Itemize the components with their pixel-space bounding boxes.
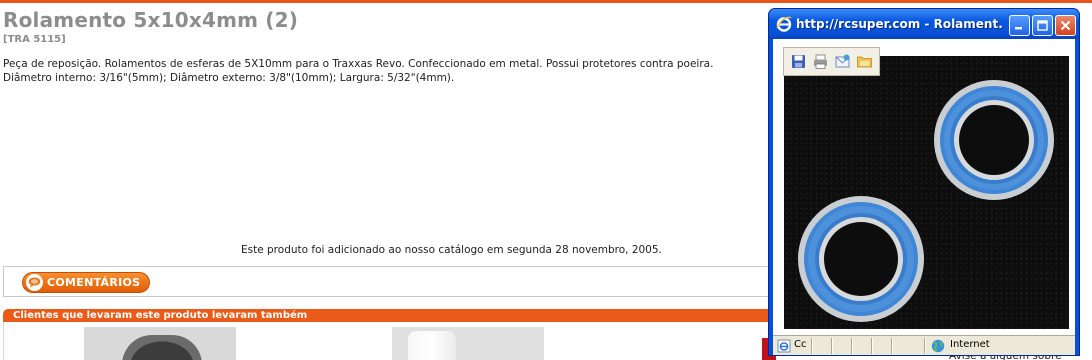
- comments-button-label: COMENTÁRIOS: [47, 276, 141, 289]
- popup-statusbar: Cc Internet: [773, 335, 1075, 355]
- product-image: [784, 56, 1069, 329]
- also-bought-header: Clientes que levaram este produto levara…: [3, 309, 783, 322]
- minimize-button[interactable]: [1009, 15, 1030, 36]
- folder-icon[interactable]: [856, 53, 873, 70]
- save-icon[interactable]: [790, 53, 807, 70]
- product-thumbnail-gear[interactable]: [84, 327, 236, 360]
- email-icon[interactable]: [834, 53, 851, 70]
- comment-icon: [26, 274, 43, 291]
- image-popup-window: http://rcsuper.com - Rolament... Cc Inte…: [768, 8, 1080, 356]
- top-accent-bar: [0, 0, 1092, 3]
- bearing-image-1: [934, 80, 1054, 200]
- popup-content: [773, 39, 1075, 335]
- globe-icon: [931, 339, 945, 353]
- ie-logo-icon: [776, 16, 792, 32]
- also-bought-panel: [3, 322, 783, 360]
- ie-page-icon: [777, 339, 791, 353]
- product-title: Rolamento 5x10x4mm (2): [3, 8, 299, 32]
- bearing-image-2: [798, 196, 924, 322]
- also-bought-title: Clientes que levaram este produto levara…: [13, 310, 308, 321]
- status-text: Cc: [794, 339, 807, 350]
- product-code: [TRA 5115]: [3, 34, 66, 45]
- print-icon[interactable]: [812, 53, 829, 70]
- comments-section: COMENTÁRIOS: [3, 266, 783, 297]
- image-toolbar: [783, 47, 880, 76]
- product-description: Peça de reposição. Rolamentos de esferas…: [3, 58, 714, 84]
- close-button[interactable]: [1055, 15, 1076, 36]
- gear-image: [122, 335, 202, 360]
- close-icon: [1060, 20, 1071, 31]
- product-thumbnail-white-part[interactable]: [392, 327, 544, 360]
- maximize-icon: [1037, 20, 1048, 31]
- white-part-image: [408, 331, 456, 360]
- catalog-added-note: Este produto foi adicionado ao nosso cat…: [241, 244, 662, 256]
- popup-title: http://rcsuper.com - Rolament...: [796, 17, 1004, 31]
- comments-button[interactable]: COMENTÁRIOS: [22, 272, 150, 293]
- popup-titlebar[interactable]: http://rcsuper.com - Rolament...: [769, 9, 1079, 39]
- minimize-icon: [1015, 27, 1022, 30]
- security-zone-text: Internet: [950, 339, 990, 350]
- maximize-button[interactable]: [1032, 15, 1053, 36]
